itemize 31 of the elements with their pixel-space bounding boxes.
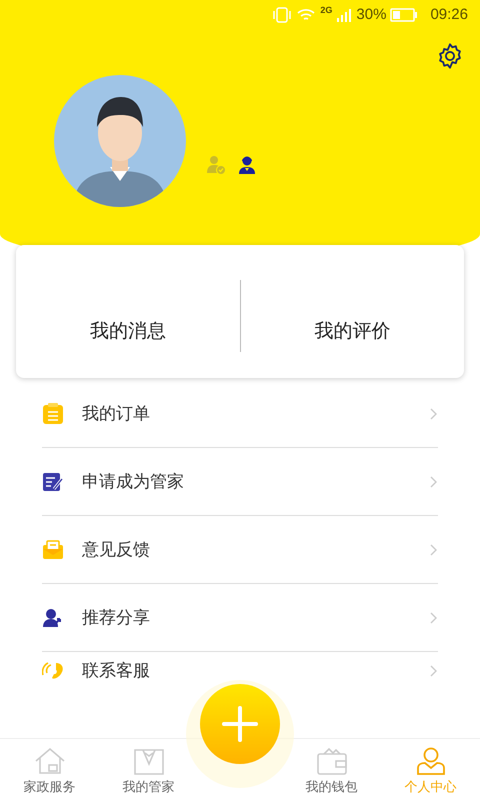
menu-item[interactable]: 申请成为管家 <box>42 448 438 516</box>
menu-item[interactable]: 意见反馈 <box>42 516 438 584</box>
chevron-right-icon <box>430 612 438 624</box>
house-icon <box>32 746 66 774</box>
chevron-right-icon <box>430 665 438 677</box>
envelope-icon <box>42 540 64 560</box>
chevron-right-icon <box>430 544 438 556</box>
battery-icon <box>390 8 418 22</box>
wallet-icon <box>316 746 348 774</box>
plus-icon <box>221 705 259 743</box>
tab[interactable]: 我的管家 <box>99 739 198 800</box>
battery-percent: 30% <box>356 4 386 25</box>
menu-item[interactable]: 联系客服 <box>42 652 438 690</box>
chevron-right-icon <box>430 408 438 420</box>
menu-item[interactable]: 我的订单 <box>42 380 438 448</box>
network-label: 2G <box>320 4 332 17</box>
vibrate-icon <box>272 7 292 23</box>
clipboard-icon <box>42 402 64 424</box>
menu-item[interactable]: 推荐分享 <box>42 584 438 652</box>
settings-icon[interactable] <box>436 42 464 70</box>
suit-icon <box>132 746 164 774</box>
tab[interactable]: 家政服务 <box>0 739 99 800</box>
person-icon <box>416 746 446 774</box>
edit-document-icon <box>42 472 64 492</box>
user-share-icon <box>42 608 64 628</box>
stats-link[interactable]: 我的评价 <box>314 318 390 347</box>
clock: 09:26 <box>430 4 468 25</box>
chevron-right-icon <box>430 476 438 488</box>
signal-icon <box>336 8 352 22</box>
stats-link[interactable]: 我的消息 <box>90 318 166 347</box>
tab[interactable]: 我的钱包 <box>282 739 381 800</box>
